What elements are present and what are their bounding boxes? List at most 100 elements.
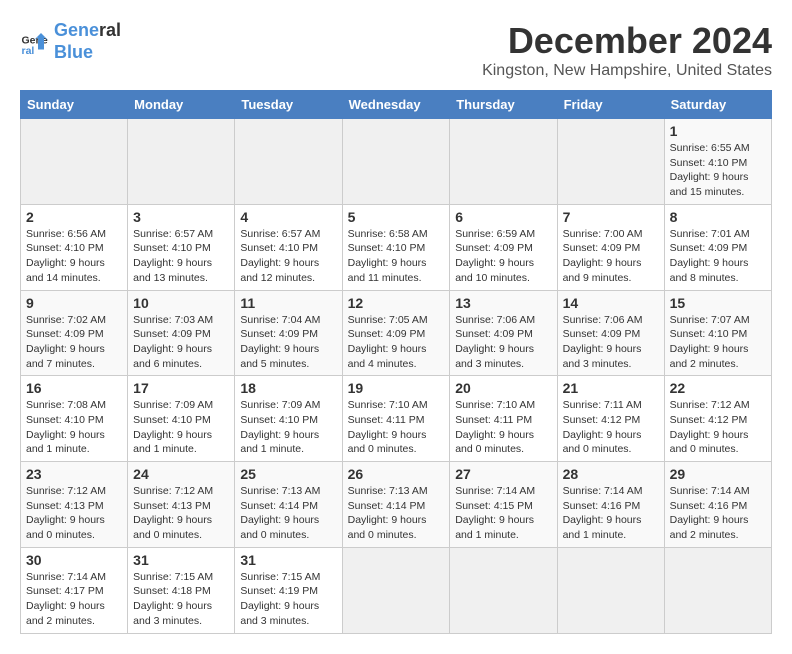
day-number: 14 — [563, 295, 659, 311]
calendar-cell: 31 Sunrise: 7:15 AMSunset: 4:18 PMDaylig… — [128, 547, 235, 633]
calendar-cell: 26 Sunrise: 7:13 AMSunset: 4:14 PMDaylig… — [342, 462, 450, 548]
day-number: 3 — [133, 209, 229, 225]
calendar-cell: 15 Sunrise: 7:07 AMSunset: 4:10 PMDaylig… — [664, 290, 771, 376]
day-number: 10 — [133, 295, 229, 311]
day-number: 26 — [348, 466, 445, 482]
svg-text:ral: ral — [22, 45, 35, 57]
calendar-cell — [557, 119, 664, 205]
calendar-cell: 29 Sunrise: 7:14 AMSunset: 4:16 PMDaylig… — [664, 462, 771, 548]
day-header-sunday: Sunday — [21, 91, 128, 119]
day-number: 30 — [26, 552, 122, 568]
calendar-cell: 24 Sunrise: 7:12 AMSunset: 4:13 PMDaylig… — [128, 462, 235, 548]
day-info: Sunrise: 7:09 AMSunset: 4:10 PMDaylight:… — [133, 398, 229, 457]
day-number: 18 — [240, 380, 336, 396]
day-info: Sunrise: 7:11 AMSunset: 4:12 PMDaylight:… — [563, 398, 659, 457]
day-info: Sunrise: 7:15 AMSunset: 4:19 PMDaylight:… — [240, 570, 336, 629]
calendar-cell — [664, 547, 771, 633]
day-number: 4 — [240, 209, 336, 225]
day-info: Sunrise: 7:02 AMSunset: 4:09 PMDaylight:… — [26, 313, 122, 372]
calendar-cell — [450, 547, 557, 633]
day-info: Sunrise: 7:12 AMSunset: 4:12 PMDaylight:… — [670, 398, 766, 457]
calendar-cell — [342, 547, 450, 633]
day-info: Sunrise: 7:12 AMSunset: 4:13 PMDaylight:… — [133, 484, 229, 543]
day-info: Sunrise: 7:06 AMSunset: 4:09 PMDaylight:… — [563, 313, 659, 372]
calendar-cell: 5 Sunrise: 6:58 AMSunset: 4:10 PMDayligh… — [342, 204, 450, 290]
week-row-1: 2 Sunrise: 6:56 AMSunset: 4:10 PMDayligh… — [21, 204, 772, 290]
day-header-wednesday: Wednesday — [342, 91, 450, 119]
calendar-cell: 25 Sunrise: 7:13 AMSunset: 4:14 PMDaylig… — [235, 462, 342, 548]
day-number: 16 — [26, 380, 122, 396]
calendar-cell: 23 Sunrise: 7:12 AMSunset: 4:13 PMDaylig… — [21, 462, 128, 548]
day-number: 29 — [670, 466, 766, 482]
calendar-cell: 8 Sunrise: 7:01 AMSunset: 4:09 PMDayligh… — [664, 204, 771, 290]
calendar-cell: 19 Sunrise: 7:10 AMSunset: 4:11 PMDaylig… — [342, 376, 450, 462]
day-header-saturday: Saturday — [664, 91, 771, 119]
location-title: Kingston, New Hampshire, United States — [482, 62, 772, 80]
calendar-cell: 14 Sunrise: 7:06 AMSunset: 4:09 PMDaylig… — [557, 290, 664, 376]
day-number: 25 — [240, 466, 336, 482]
calendar-cell: 4 Sunrise: 6:57 AMSunset: 4:10 PMDayligh… — [235, 204, 342, 290]
day-header-thursday: Thursday — [450, 91, 557, 119]
day-number: 21 — [563, 380, 659, 396]
calendar-cell: 7 Sunrise: 7:00 AMSunset: 4:09 PMDayligh… — [557, 204, 664, 290]
day-number: 20 — [455, 380, 551, 396]
calendar-cell: 22 Sunrise: 7:12 AMSunset: 4:12 PMDaylig… — [664, 376, 771, 462]
day-number: 2 — [26, 209, 122, 225]
day-number: 19 — [348, 380, 445, 396]
day-info: Sunrise: 7:14 AMSunset: 4:16 PMDaylight:… — [670, 484, 766, 543]
day-info: Sunrise: 7:10 AMSunset: 4:11 PMDaylight:… — [455, 398, 551, 457]
week-row-3: 16 Sunrise: 7:08 AMSunset: 4:10 PMDaylig… — [21, 376, 772, 462]
day-info: Sunrise: 7:04 AMSunset: 4:09 PMDaylight:… — [240, 313, 336, 372]
calendar-cell — [235, 119, 342, 205]
calendar-cell: 9 Sunrise: 7:02 AMSunset: 4:09 PMDayligh… — [21, 290, 128, 376]
day-info: Sunrise: 7:15 AMSunset: 4:18 PMDaylight:… — [133, 570, 229, 629]
day-number: 22 — [670, 380, 766, 396]
calendar-header-row: SundayMondayTuesdayWednesdayThursdayFrid… — [21, 91, 772, 119]
calendar-cell — [21, 119, 128, 205]
day-info: Sunrise: 7:14 AMSunset: 4:17 PMDaylight:… — [26, 570, 122, 629]
calendar-cell — [342, 119, 450, 205]
day-number: 12 — [348, 295, 445, 311]
calendar-cell: 27 Sunrise: 7:14 AMSunset: 4:15 PMDaylig… — [450, 462, 557, 548]
calendar-cell — [557, 547, 664, 633]
calendar-cell: 12 Sunrise: 7:05 AMSunset: 4:09 PMDaylig… — [342, 290, 450, 376]
day-number: 11 — [240, 295, 336, 311]
calendar-cell: 28 Sunrise: 7:14 AMSunset: 4:16 PMDaylig… — [557, 462, 664, 548]
calendar-cell: 3 Sunrise: 6:57 AMSunset: 4:10 PMDayligh… — [128, 204, 235, 290]
day-number: 8 — [670, 209, 766, 225]
day-info: Sunrise: 7:10 AMSunset: 4:11 PMDaylight:… — [348, 398, 445, 457]
day-info: Sunrise: 6:56 AMSunset: 4:10 PMDaylight:… — [26, 227, 122, 286]
logo: Gene ral General Blue — [20, 20, 121, 63]
day-header-friday: Friday — [557, 91, 664, 119]
day-info: Sunrise: 7:05 AMSunset: 4:09 PMDaylight:… — [348, 313, 445, 372]
calendar-table: SundayMondayTuesdayWednesdayThursdayFrid… — [20, 90, 772, 634]
day-info: Sunrise: 6:55 AMSunset: 4:10 PMDaylight:… — [670, 141, 766, 200]
day-info: Sunrise: 7:13 AMSunset: 4:14 PMDaylight:… — [240, 484, 336, 543]
day-info: Sunrise: 7:00 AMSunset: 4:09 PMDaylight:… — [563, 227, 659, 286]
day-number: 7 — [563, 209, 659, 225]
day-number: 13 — [455, 295, 551, 311]
calendar-cell — [128, 119, 235, 205]
calendar-cell: 2 Sunrise: 6:56 AMSunset: 4:10 PMDayligh… — [21, 204, 128, 290]
calendar-cell: 17 Sunrise: 7:09 AMSunset: 4:10 PMDaylig… — [128, 376, 235, 462]
day-number: 17 — [133, 380, 229, 396]
day-number: 31 — [240, 552, 336, 568]
calendar-cell: 30 Sunrise: 7:14 AMSunset: 4:17 PMDaylig… — [21, 547, 128, 633]
day-number: 28 — [563, 466, 659, 482]
header: Gene ral General Blue December 2024 King… — [20, 20, 772, 80]
calendar-cell: 1 Sunrise: 6:55 AMSunset: 4:10 PMDayligh… — [664, 119, 771, 205]
calendar-cell: 21 Sunrise: 7:11 AMSunset: 4:12 PMDaylig… — [557, 376, 664, 462]
day-header-monday: Monday — [128, 91, 235, 119]
day-number: 1 — [670, 123, 766, 139]
calendar-cell: 13 Sunrise: 7:06 AMSunset: 4:09 PMDaylig… — [450, 290, 557, 376]
calendar-cell: 10 Sunrise: 7:03 AMSunset: 4:09 PMDaylig… — [128, 290, 235, 376]
day-info: Sunrise: 7:12 AMSunset: 4:13 PMDaylight:… — [26, 484, 122, 543]
day-number: 6 — [455, 209, 551, 225]
week-row-0: 1 Sunrise: 6:55 AMSunset: 4:10 PMDayligh… — [21, 119, 772, 205]
week-row-2: 9 Sunrise: 7:02 AMSunset: 4:09 PMDayligh… — [21, 290, 772, 376]
day-info: Sunrise: 6:59 AMSunset: 4:09 PMDaylight:… — [455, 227, 551, 286]
day-number: 23 — [26, 466, 122, 482]
calendar-cell: 31 Sunrise: 7:15 AMSunset: 4:19 PMDaylig… — [235, 547, 342, 633]
calendar-body: 1 Sunrise: 6:55 AMSunset: 4:10 PMDayligh… — [21, 119, 772, 634]
week-row-5: 30 Sunrise: 7:14 AMSunset: 4:17 PMDaylig… — [21, 547, 772, 633]
